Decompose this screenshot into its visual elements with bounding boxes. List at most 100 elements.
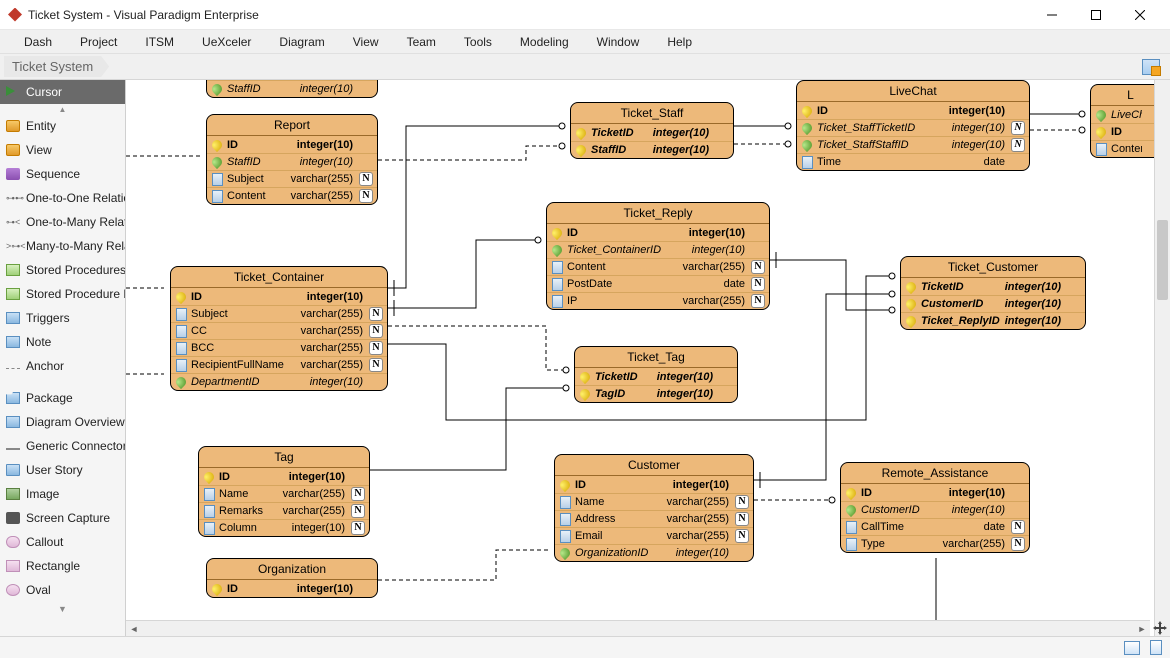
palette-item-diagram-overview[interactable]: Diagram Overview <box>0 410 125 434</box>
entity-organization[interactable]: OrganizationIDinteger(10) <box>206 558 378 598</box>
menu-uexceler[interactable]: UeXceler <box>188 35 265 49</box>
breadcrumb[interactable]: Ticket System <box>4 56 109 77</box>
column-row[interactable]: Subjectvarchar(255) <box>207 170 377 187</box>
column-row[interactable]: TicketIDinteger(10) <box>571 124 733 141</box>
menu-modeling[interactable]: Modeling <box>506 35 583 49</box>
column-row[interactable]: IDinteger(10) <box>207 136 377 153</box>
column-row[interactable]: TagIDinteger(10) <box>575 385 737 402</box>
column-row[interactable]: CustomerIDinteger(10) <box>901 295 1085 312</box>
column-row[interactable]: IDinteger(10) <box>207 580 377 597</box>
palette-item-user-story[interactable]: User Story <box>0 458 125 482</box>
column-row[interactable]: Namevarchar(255) <box>555 493 753 510</box>
menu-dash[interactable]: Dash <box>10 35 66 49</box>
palette-item-rectangle[interactable]: Rectangle <box>0 554 125 578</box>
entity-remote_assist[interactable]: Remote_AssistanceIDinteger(10)CustomerID… <box>840 462 1030 553</box>
scroll-right-icon[interactable]: ► <box>1134 621 1150 637</box>
palette-item-generic-connector[interactable]: Generic Connector <box>0 434 125 458</box>
column-row[interactable]: IDinteger(10) <box>199 468 369 485</box>
column-row[interactable]: Emailvarchar(255) <box>555 527 753 544</box>
column-row[interactable]: Contentvarchar(255) <box>207 187 377 204</box>
palette-item-image[interactable]: Image <box>0 482 125 506</box>
palette-item-one-to-one-relationship[interactable]: ⊶⊷One-to-One Relationship <box>0 186 125 210</box>
column-row[interactable]: BCCvarchar(255) <box>171 339 387 356</box>
column-row[interactable]: Subjectvarchar(255) <box>171 305 387 322</box>
palette-item-package[interactable]: Package <box>0 386 125 410</box>
column-row[interactable]: Columninteger(10) <box>199 519 369 536</box>
column-row[interactable]: Contentvarchar(255) <box>547 258 769 275</box>
column-row[interactable]: TicketIDinteger(10) <box>901 278 1085 295</box>
column-row[interactable]: IDinteger(10) <box>547 224 769 241</box>
entity-ticket_staff[interactable]: Ticket_StaffTicketIDinteger(10)StaffIDin… <box>570 102 734 159</box>
column-row[interactable]: CallTimedate <box>841 518 1029 535</box>
column-row[interactable]: CCvarchar(255) <box>171 322 387 339</box>
column-row[interactable]: StaffIDinteger(10) <box>207 80 377 97</box>
column-row[interactable]: CustomerIDinteger(10) <box>841 501 1029 518</box>
column-row[interactable]: IDinteger(10) <box>171 288 387 305</box>
column-row[interactable]: IDinteger(10) <box>555 476 753 493</box>
column-row[interactable]: Namevarchar(255) <box>199 485 369 502</box>
column-row[interactable]: Ticket_StaffTicketIDinteger(10) <box>797 119 1029 136</box>
menu-view[interactable]: View <box>339 35 393 49</box>
column-row[interactable]: TicketIDinteger(10) <box>575 368 737 385</box>
column-row[interactable]: Ticket_ContainerIDinteger(10) <box>547 241 769 258</box>
column-row[interactable]: IPvarchar(255) <box>547 292 769 309</box>
column-row[interactable]: RecipientFullNamevarchar(255) <box>171 356 387 373</box>
entity-ticket_reply[interactable]: Ticket_ReplyIDinteger(10)Ticket_Containe… <box>546 202 770 310</box>
column-row[interactable]: IDinteger(10) <box>841 484 1029 501</box>
palette-item-one-to-many-relationship[interactable]: ⊶<One-to-Many Relationship <box>0 210 125 234</box>
palette-item-cursor[interactable]: Cursor <box>0 80 125 104</box>
menu-tools[interactable]: Tools <box>450 35 506 49</box>
entity-ticket_customer[interactable]: Ticket_CustomerTicketIDinteger(10)Custom… <box>900 256 1086 330</box>
palette-item-note[interactable]: Note <box>0 330 125 354</box>
palette-item-stored-procedures[interactable]: Stored Procedures <box>0 258 125 282</box>
palette-item-screen-capture[interactable]: Screen Capture <box>0 506 125 530</box>
mail-icon[interactable] <box>1124 641 1140 655</box>
close-button[interactable] <box>1118 1 1162 29</box>
palette-item-entity[interactable]: Entity <box>0 114 125 138</box>
entity-ticket_container[interactable]: Ticket_ContainerIDinteger(10)Subjectvarc… <box>170 266 388 391</box>
column-row[interactable]: Typevarchar(255) <box>841 535 1029 552</box>
scroll-left-icon[interactable]: ◄ <box>126 621 142 637</box>
entity-livechat[interactable]: LiveChatIDinteger(10)Ticket_StaffTicketI… <box>796 80 1030 171</box>
entity-ticket_tag[interactable]: Ticket_TagTicketIDinteger(10)TagIDintege… <box>574 346 738 403</box>
menu-project[interactable]: Project <box>66 35 131 49</box>
column-row[interactable]: IDinteger(10) <box>797 102 1029 119</box>
palette-item-anchor[interactable]: Anchor <box>0 354 125 378</box>
column-row[interactable]: Timedate <box>797 153 1029 170</box>
palette-scroll-down[interactable]: ▼ <box>0 602 125 616</box>
maximize-button[interactable] <box>1074 1 1118 29</box>
menu-diagram[interactable]: Diagram <box>265 35 338 49</box>
document-icon[interactable] <box>1150 640 1162 655</box>
entity-tag[interactable]: TagIDinteger(10)Namevarchar(255)Remarksv… <box>198 446 370 537</box>
menu-help[interactable]: Help <box>653 35 706 49</box>
column-row[interactable]: StaffIDinteger(10) <box>207 153 377 170</box>
entity-customer[interactable]: CustomerIDinteger(10)Namevarchar(255)Add… <box>554 454 754 562</box>
menu-itsm[interactable]: ITSM <box>131 35 188 49</box>
palette-item-triggers[interactable]: Triggers <box>0 306 125 330</box>
palette-scroll-up[interactable]: ▲ <box>0 104 125 114</box>
entity-staff_fragment[interactable]: StaffIDinteger(10) <box>206 80 378 98</box>
column-row[interactable]: Ticket_StaffStaffIDinteger(10) <box>797 136 1029 153</box>
column-row[interactable]: StaffIDinteger(10) <box>571 141 733 158</box>
palette-item-sequence[interactable]: Sequence <box>0 162 125 186</box>
menu-window[interactable]: Window <box>583 35 654 49</box>
column-row[interactable]: PostDatedate <box>547 275 769 292</box>
diagram-options-icon[interactable] <box>1142 59 1160 75</box>
palette-item-oval[interactable]: Oval <box>0 578 125 602</box>
horizontal-scrollbar[interactable]: ◄ ► <box>126 620 1150 636</box>
menu-team[interactable]: Team <box>393 35 450 49</box>
column-row[interactable]: OrganizationIDinteger(10) <box>555 544 753 561</box>
column-row[interactable]: Ticket_ReplyIDinteger(10) <box>901 312 1085 329</box>
palette-item-many-to-many-relationship[interactable]: >⊶<Many-to-Many Relationship <box>0 234 125 258</box>
vertical-scrollbar[interactable] <box>1154 80 1170 636</box>
palette-item-stored-procedure-resultset[interactable]: Stored Procedure Resultset <box>0 282 125 306</box>
pan-icon[interactable] <box>1152 620 1168 636</box>
entity-report[interactable]: ReportIDinteger(10)StaffIDinteger(10)Sub… <box>206 114 378 205</box>
palette-item-view[interactable]: View <box>0 138 125 162</box>
column-row[interactable]: Remarksvarchar(255) <box>199 502 369 519</box>
diagram-canvas[interactable]: StaffIDinteger(10)ReportIDinteger(10)Sta… <box>126 80 1170 636</box>
column-row[interactable]: Addressvarchar(255) <box>555 510 753 527</box>
minimize-button[interactable] <box>1030 1 1074 29</box>
column-row[interactable]: DepartmentIDinteger(10) <box>171 373 387 390</box>
palette-item-callout[interactable]: Callout <box>0 530 125 554</box>
